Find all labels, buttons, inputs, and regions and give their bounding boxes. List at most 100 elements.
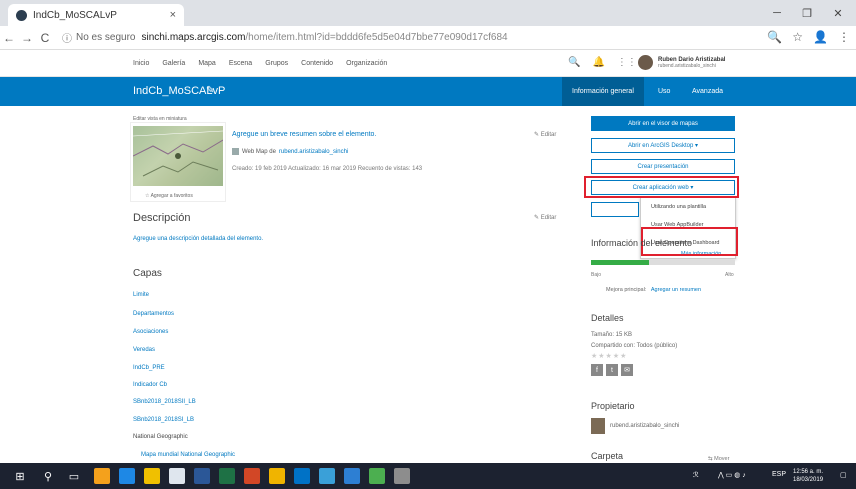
mail-icon[interactable] [169, 468, 185, 484]
progress-high-label: Alto [725, 272, 734, 278]
url-path: /home/item.html?id=bddd6fe5d5e04d7bbe77e… [245, 32, 508, 43]
layer-link[interactable]: IndCb_PRE [133, 365, 165, 371]
improve-label: Mejora principal: [606, 287, 647, 293]
owner-name-link[interactable]: rubend.aristizabalo_sinchi [610, 423, 679, 429]
menu-item-template[interactable]: Utilizando una plantilla [651, 204, 706, 210]
nav-link-inicio[interactable]: Inicio [133, 60, 149, 67]
restore-icon[interactable]: ❐ [793, 0, 821, 26]
arcgis-top-nav: Inicio Galería Mapa Escena Grupos Conten… [0, 50, 856, 77]
edit-title-icon[interactable]: ✎ [206, 85, 214, 96]
create-presentation-button[interactable]: Crear presentación [591, 159, 735, 174]
details-heading: Detalles [591, 313, 624, 323]
language-indicator[interactable]: ESP [772, 471, 786, 478]
email-icon[interactable]: ✉ [621, 364, 633, 376]
edge-icon[interactable] [119, 468, 135, 484]
rating-stars[interactable]: ★★★★★ [591, 352, 627, 360]
people-icon[interactable]: ℛ [693, 471, 699, 479]
nav-link-grupos[interactable]: Grupos [265, 60, 288, 67]
info-icon[interactable]: ⓘ [62, 30, 72, 45]
store-icon[interactable] [144, 468, 160, 484]
chrome-app-icon[interactable] [369, 468, 385, 484]
bookmark-star-icon[interactable]: ☆ [792, 30, 803, 44]
open-arcgis-desktop-button[interactable]: Abrir en ArcGIS Desktop ▾ [591, 138, 735, 153]
nav-link-galeria[interactable]: Galería [162, 60, 185, 67]
user-menu[interactable]: Ruben Dario Aristizabal rubend.aristizab… [638, 55, 725, 70]
zoom-icon[interactable]: 🔍 [767, 30, 782, 44]
facebook-icon[interactable]: f [591, 364, 603, 376]
add-description-link[interactable]: Agregue una descripción detallada del el… [133, 236, 263, 242]
search-icon[interactable]: ⚲ [40, 468, 56, 484]
nav-link-organizacion[interactable]: Organización [346, 60, 387, 67]
progress-low-label: Bajo [591, 272, 602, 278]
excel-icon[interactable] [219, 468, 235, 484]
tab-title: IndCb_MoSCALvP [33, 9, 117, 21]
item-metadata: Creado: 19 feb 2019 Actualizado: 16 mar … [232, 166, 423, 172]
tab-close-icon[interactable]: × [170, 9, 176, 21]
item-size: Tamaño: 15 KB [591, 332, 633, 338]
forward-icon[interactable]: → [18, 31, 36, 45]
tab-avanzada[interactable]: Avanzada [682, 77, 733, 106]
add-summary-link[interactable]: Agregue un breve resumen sobre el elemen… [232, 131, 376, 138]
add-to-favorites-link[interactable]: ☆ Agregar a favoritos [145, 193, 193, 199]
edit-summary-button[interactable]: ✎ Editar [534, 131, 556, 138]
notifications-icon[interactable]: 🔔 [592, 57, 604, 68]
notifications-icon[interactable]: ▢ [840, 471, 847, 479]
back-icon[interactable]: ← [0, 31, 18, 45]
tab-uso[interactable]: Uso [648, 77, 680, 106]
search-icon[interactable]: 🔍 [568, 57, 580, 68]
layer-link[interactable]: Veredas [133, 347, 155, 353]
item-info-progress [591, 260, 735, 265]
basemap-group-label: National Geographic [133, 434, 188, 440]
item-type: Web Map de [242, 148, 276, 155]
move-button[interactable]: ⇆ Mover [708, 456, 729, 462]
item-title-bar: IndCb_MoSCALvP ✎ Información general Uso… [0, 77, 856, 106]
layer-link[interactable]: Limite [133, 292, 149, 298]
layer-link[interactable]: Departamentos [133, 311, 174, 317]
layer-link[interactable]: Indicador Cb [133, 382, 167, 388]
reload-icon[interactable]: C [36, 31, 54, 45]
item-information-heading: Información del elemento [591, 238, 693, 248]
layer-link[interactable]: SBnb2018_2018SII_LB [133, 399, 196, 405]
outlook-icon[interactable] [294, 468, 310, 484]
nav-link-escena[interactable]: Escena [229, 60, 252, 67]
user-id: rubend.aristizabalo_sinchi [658, 62, 716, 69]
app-icon[interactable] [344, 468, 360, 484]
address-bar[interactable]: ⓘ No es seguro sinchi.maps.arcgis.com /h… [62, 29, 762, 47]
layer-link[interactable]: Asociaciones [133, 329, 168, 335]
powerpoint-icon[interactable] [244, 468, 260, 484]
menu-icon[interactable]: ⋮ [838, 30, 850, 44]
word-icon[interactable] [194, 468, 210, 484]
nav-link-contenido[interactable]: Contenido [301, 60, 333, 67]
browser-tab[interactable]: IndCb_MoSCALvP × [8, 4, 184, 26]
browser-tab-strip: IndCb_MoSCALvP × ─ ❐ ✕ [0, 0, 856, 26]
user-name: Ruben Dario Aristizabal [658, 56, 726, 63]
chrome-icon[interactable] [94, 468, 110, 484]
url-host: sinchi.maps.arcgis.com [141, 32, 246, 43]
edit-description-button[interactable]: ✎ Editar [534, 214, 556, 221]
add-summary-improvement-link[interactable]: Agregar un resumen [651, 287, 701, 293]
hidden-button[interactable] [591, 202, 639, 217]
window-close-icon[interactable]: ✕ [824, 0, 852, 26]
task-view-icon[interactable]: ▭ [66, 468, 82, 484]
tool-icon[interactable] [394, 468, 410, 484]
item-owner-link[interactable]: rubend.aristizabalo_sinchi [279, 149, 348, 155]
nav-link-mapa[interactable]: Mapa [198, 60, 216, 67]
tab-informacion-general[interactable]: Información general [562, 77, 644, 106]
profile-icon[interactable]: 👤 [813, 30, 828, 44]
basemap-link[interactable]: Mapa mundial National Geographic [141, 452, 235, 458]
twitter-icon[interactable]: t [606, 364, 618, 376]
minimize-icon[interactable]: ─ [763, 0, 791, 26]
windows-start-icon[interactable]: ⊞ [12, 468, 28, 484]
map-thumbnail [133, 126, 223, 186]
system-tray-icons[interactable]: ⋀ ▭ ◍ ♪ [718, 471, 746, 479]
open-map-viewer-button[interactable]: Abrir en el visor de mapas [591, 116, 735, 131]
maps-icon[interactable] [319, 468, 335, 484]
layer-link[interactable]: SBnb2018_2018SI_LB [133, 417, 194, 423]
arcgis-favicon-icon [16, 9, 27, 21]
avatar [638, 55, 653, 70]
toolbar-actions: 🔍 ☆ 👤 ⋮ [767, 30, 850, 44]
owner-heading: Propietario [591, 401, 635, 411]
explorer-icon[interactable] [269, 468, 285, 484]
item-info-progress-fill [591, 260, 649, 265]
taskbar-clock[interactable]: 12:56 a. m. 18/03/2019 [793, 468, 823, 484]
